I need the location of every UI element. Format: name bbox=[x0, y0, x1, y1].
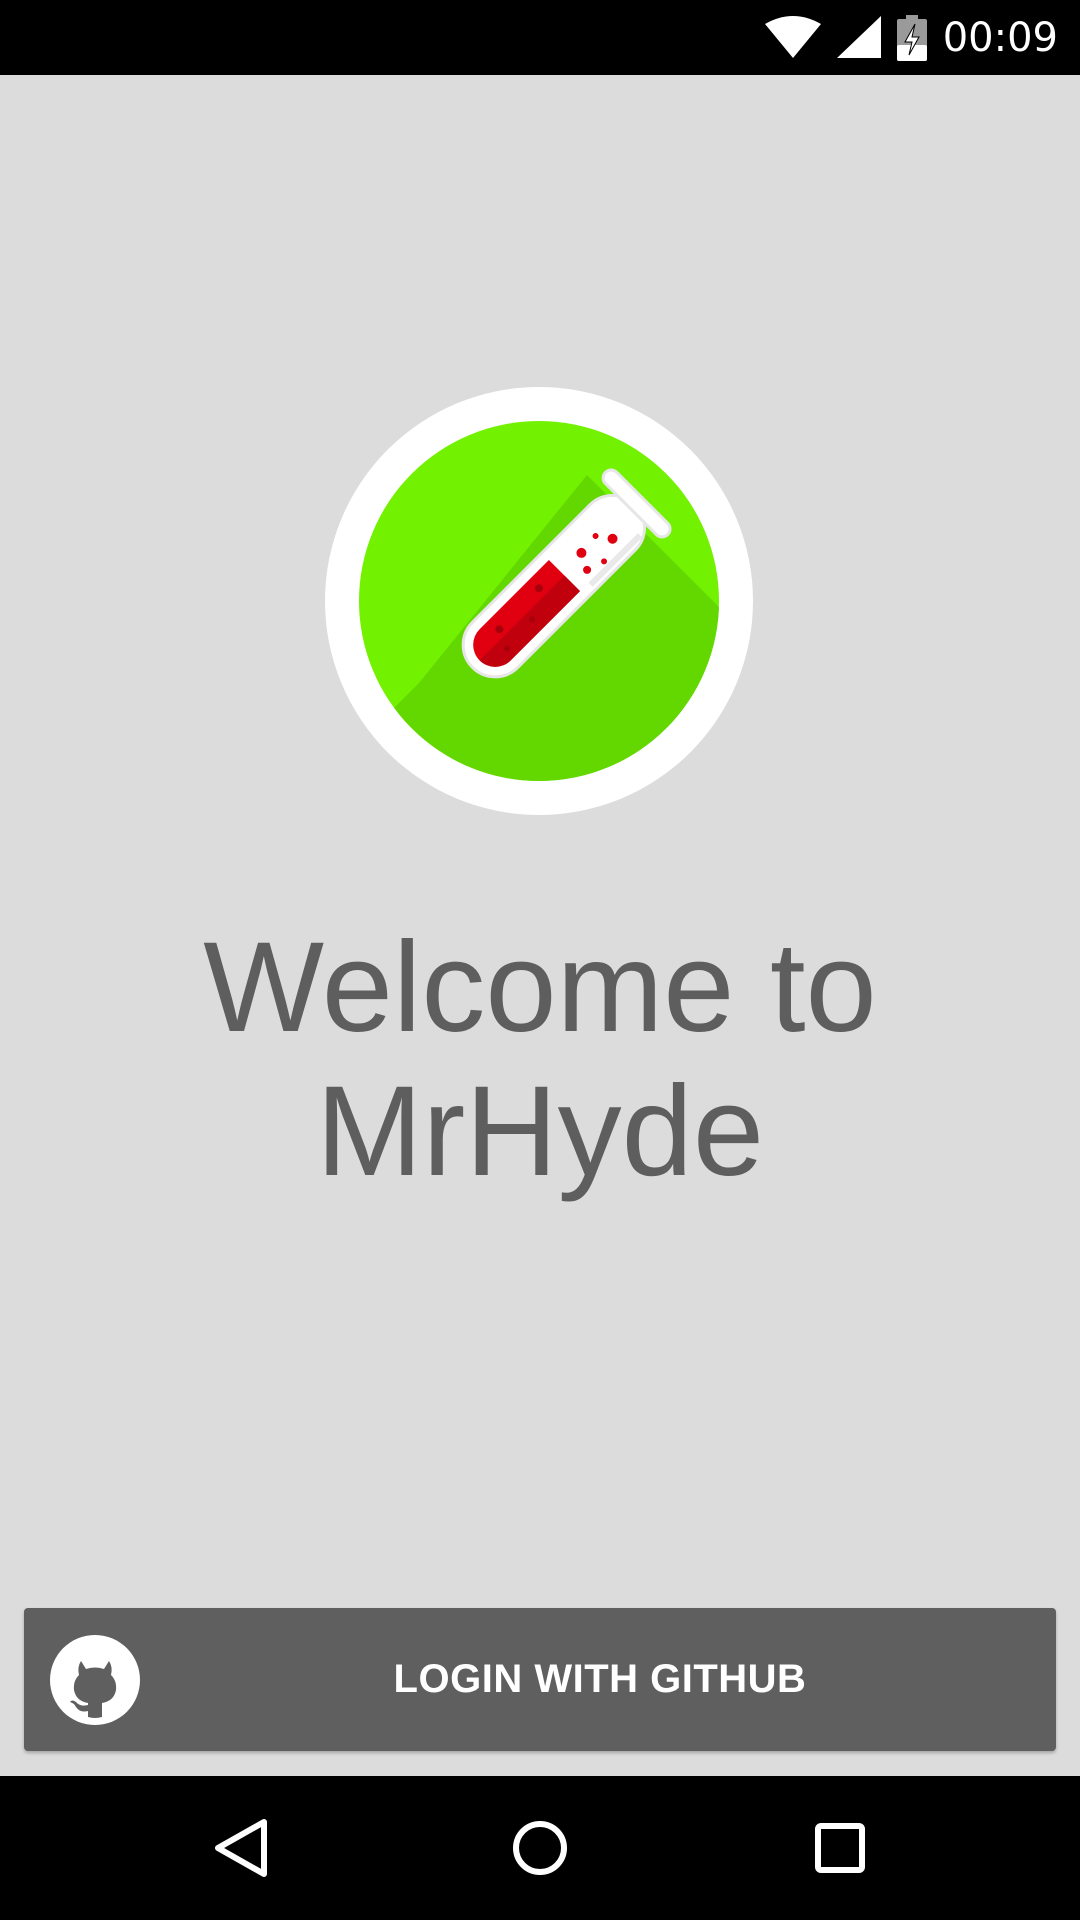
login-label: LOGIN WITH GITHUB bbox=[393, 1657, 807, 1701]
navigation-bar bbox=[0, 1776, 1080, 1920]
welcome-heading: Welcome to MrHyde bbox=[0, 916, 1080, 1204]
recents-icon[interactable] bbox=[790, 1798, 890, 1898]
home-icon[interactable] bbox=[490, 1798, 590, 1898]
status-icons: 00:09 bbox=[764, 0, 1058, 75]
status-bar: 00:09 bbox=[0, 0, 1080, 75]
login-with-github-button[interactable]: LOGIN WITH GITHUB bbox=[24, 1608, 1056, 1751]
screen: 00:09 Welcome to MrHyde LOGIN WITH GITHU… bbox=[0, 0, 1080, 1920]
back-icon[interactable] bbox=[190, 1798, 290, 1898]
welcome-line-2: MrHyde bbox=[315, 1060, 765, 1203]
status-time: 00:09 bbox=[942, 14, 1058, 61]
welcome-line-1: Welcome to bbox=[203, 916, 877, 1059]
wifi-icon bbox=[764, 15, 821, 58]
github-icon bbox=[50, 1635, 140, 1725]
battery-charging-icon bbox=[896, 14, 927, 61]
app-logo bbox=[325, 387, 753, 815]
cell-signal-icon bbox=[836, 15, 881, 58]
